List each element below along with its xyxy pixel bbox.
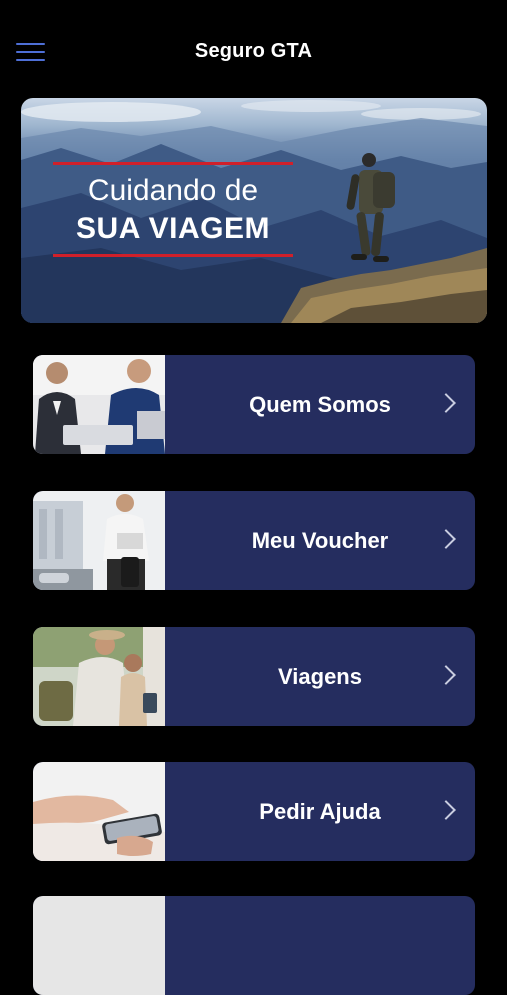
menu-card-label: Pedir Ajuda	[259, 798, 381, 824]
menu-card-label: Viagens	[278, 663, 362, 689]
menu-card-partial[interactable]	[33, 896, 475, 995]
hero-divider-top	[53, 162, 293, 165]
hero-title-line2: SUA VIAGEM	[76, 212, 270, 245]
menu-card-label: Meu Voucher	[251, 527, 389, 553]
mountain-scenery-image	[21, 100, 487, 323]
hero-title-line1: Cuidando de	[87, 174, 259, 207]
page-title: Seguro GTA	[194, 40, 313, 62]
business-people-photo	[33, 355, 165, 454]
menu-card-label: Quem Somos	[249, 391, 391, 417]
app-header: Seguro GTA	[0, 0, 507, 100]
partial-card-photo	[33, 896, 165, 995]
traveler-with-luggage-photo	[33, 491, 165, 590]
menu-card-quem-somos[interactable]: Quem Somos	[33, 355, 475, 454]
hero-banner: Cuidando de SUA VIAGEM	[21, 98, 487, 323]
menu-card-meu-voucher[interactable]: Meu Voucher	[33, 491, 475, 590]
hand-holding-phone-photo	[33, 762, 165, 861]
menu-card-pedir-ajuda[interactable]: Pedir Ajuda	[33, 762, 475, 861]
menu-card-viagens[interactable]: Viagens	[33, 627, 475, 726]
travel-couple-photo	[33, 627, 165, 726]
hero-divider-bottom	[53, 254, 293, 257]
